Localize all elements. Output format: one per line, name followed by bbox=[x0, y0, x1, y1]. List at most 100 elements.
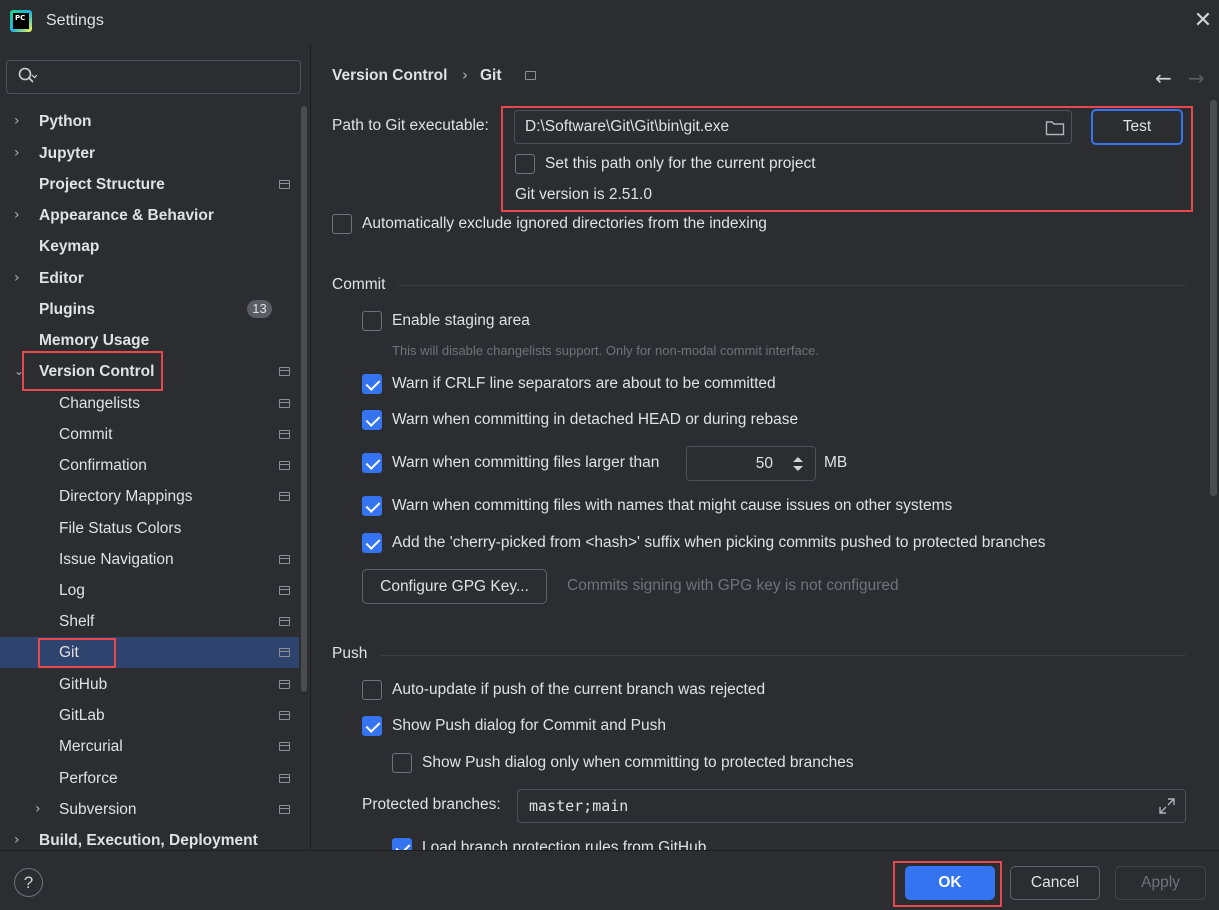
sidebar-item-shelf[interactable]: Shelf bbox=[0, 606, 300, 637]
load-protection-rules-checkbox[interactable] bbox=[392, 838, 412, 850]
sidebar-item-editor[interactable]: › Editor bbox=[0, 263, 300, 294]
sidebar-item-memory-usage[interactable]: Memory Usage bbox=[0, 325, 300, 356]
sidebar-item-git[interactable]: Git bbox=[0, 637, 299, 668]
git-path-input[interactable]: D:\Software\Git\Git\bin\git.exe bbox=[514, 110, 1072, 144]
project-settings-icon bbox=[279, 711, 290, 720]
sidebar-item-project-structure[interactable]: Project Structure bbox=[0, 169, 300, 200]
sidebar-item-confirmation[interactable]: Confirmation bbox=[0, 450, 300, 481]
stepper-arrows-icon[interactable] bbox=[792, 455, 804, 473]
current-project-only-label: Set this path only for the current proje… bbox=[545, 155, 816, 172]
ok-button[interactable]: OK bbox=[905, 866, 995, 900]
gpg-status-text: Commits signing with GPG key is not conf… bbox=[567, 577, 899, 594]
project-settings-icon bbox=[279, 680, 290, 689]
push-section-title: Push bbox=[332, 645, 368, 662]
sidebar-item-jupyter[interactable]: › Jupyter bbox=[0, 138, 300, 169]
sidebar-item-directory-mappings[interactable]: Directory Mappings bbox=[0, 481, 300, 512]
project-settings-icon bbox=[279, 648, 290, 657]
apply-button[interactable]: Apply bbox=[1115, 866, 1206, 900]
expand-icon[interactable] bbox=[1158, 797, 1176, 815]
project-settings-icon bbox=[279, 430, 290, 439]
sidebar-item-issue-navigation[interactable]: Issue Navigation bbox=[0, 544, 300, 575]
current-project-only-checkbox[interactable] bbox=[515, 154, 535, 174]
crlf-warning-checkbox[interactable] bbox=[362, 374, 382, 394]
project-settings-icon bbox=[279, 586, 290, 595]
staging-area-checkbox[interactable] bbox=[362, 311, 382, 331]
chevron-right-icon: › bbox=[35, 801, 41, 817]
pycharm-logo-icon: PC bbox=[10, 10, 32, 32]
sidebar-item-appearance-behavior[interactable]: › Appearance & Behavior bbox=[0, 200, 300, 231]
breadcrumb-version-control[interactable]: Version Control bbox=[332, 67, 447, 85]
breadcrumb-separator: › bbox=[462, 66, 468, 84]
large-files-size-stepper[interactable]: 50 bbox=[686, 446, 816, 481]
git-path-label: Path to Git executable: bbox=[332, 117, 489, 134]
close-icon[interactable]: ✕ bbox=[1192, 10, 1214, 32]
protected-branches-value: master;main bbox=[529, 797, 629, 815]
large-files-label: Warn when committing files larger than bbox=[392, 454, 660, 471]
project-settings-icon bbox=[279, 805, 290, 814]
project-settings-icon bbox=[279, 492, 290, 501]
cherry-pick-suffix-checkbox[interactable] bbox=[362, 533, 382, 553]
project-settings-icon bbox=[279, 742, 290, 751]
push-dialog-protected-label: Show Push dialog only when committing to… bbox=[422, 754, 854, 771]
exclude-ignored-checkbox[interactable] bbox=[332, 214, 352, 234]
sidebar-item-version-control[interactable]: ⌄ Version Control bbox=[0, 356, 300, 387]
test-git-button[interactable]: Test bbox=[1091, 109, 1183, 145]
search-icon bbox=[18, 67, 37, 83]
sidebar-item-file-status-colors[interactable]: File Status Colors bbox=[0, 513, 300, 544]
folder-icon[interactable] bbox=[1045, 119, 1065, 136]
detached-head-checkbox[interactable] bbox=[362, 410, 382, 430]
cancel-button[interactable]: Cancel bbox=[1010, 866, 1100, 900]
logo-text: PC bbox=[13, 13, 29, 29]
chevron-right-icon: › bbox=[14, 270, 20, 286]
sidebar-item-commit[interactable]: Commit bbox=[0, 419, 300, 450]
auto-update-checkbox[interactable] bbox=[362, 680, 382, 700]
large-files-checkbox[interactable] bbox=[362, 453, 382, 473]
search-input[interactable] bbox=[6, 60, 301, 94]
sidebar-item-keymap[interactable]: Keymap bbox=[0, 231, 300, 262]
title-bar bbox=[0, 0, 1219, 44]
sidebar-scrollbar[interactable] bbox=[301, 106, 307, 692]
protected-branches-label: Protected branches: bbox=[362, 796, 501, 813]
sidebar-item-gitlab[interactable]: GitLab bbox=[0, 700, 300, 731]
large-files-unit: MB bbox=[824, 454, 848, 471]
show-push-dialog-checkbox[interactable] bbox=[362, 716, 382, 736]
project-settings-icon bbox=[279, 617, 290, 626]
staging-area-label: Enable staging area bbox=[392, 312, 530, 329]
plugins-update-count-badge: 13 bbox=[247, 300, 272, 318]
chevron-right-icon: › bbox=[14, 145, 20, 161]
large-files-size-value: 50 bbox=[755, 455, 773, 472]
window-title: Settings bbox=[46, 12, 104, 29]
back-arrow-icon[interactable]: ← bbox=[1155, 66, 1172, 90]
content-scrollbar[interactable] bbox=[1210, 100, 1217, 496]
sidebar-item-perforce[interactable]: Perforce bbox=[0, 763, 300, 794]
project-settings-icon bbox=[279, 180, 290, 189]
project-settings-icon bbox=[279, 555, 290, 564]
bad-filenames-checkbox[interactable] bbox=[362, 496, 382, 516]
help-button[interactable]: ? bbox=[14, 868, 43, 897]
section-divider bbox=[380, 655, 1186, 656]
sidebar-item-python[interactable]: › Python bbox=[0, 106, 300, 137]
sidebar-item-mercurial[interactable]: Mercurial bbox=[0, 731, 300, 762]
sidebar-item-plugins[interactable]: Plugins 13 bbox=[0, 294, 300, 325]
commit-section-title: Commit bbox=[332, 276, 386, 293]
show-push-dialog-label: Show Push dialog for Commit and Push bbox=[392, 717, 666, 734]
protected-branches-input[interactable]: master;main bbox=[517, 789, 1186, 823]
load-protection-rules-label: Load branch protection rules from GitHub bbox=[422, 839, 707, 850]
configure-gpg-key-button[interactable]: Configure GPG Key... bbox=[362, 569, 547, 604]
git-version-text: Git version is 2.51.0 bbox=[515, 186, 652, 203]
sidebar-item-github[interactable]: GitHub bbox=[0, 669, 300, 700]
push-dialog-protected-checkbox[interactable] bbox=[392, 753, 412, 773]
forward-arrow-icon[interactable]: → bbox=[1188, 66, 1205, 90]
project-settings-icon bbox=[525, 71, 536, 80]
project-settings-icon bbox=[279, 461, 290, 470]
project-settings-icon bbox=[279, 399, 290, 408]
project-settings-icon bbox=[279, 367, 290, 376]
sidebar-item-log[interactable]: Log bbox=[0, 575, 300, 606]
project-settings-icon bbox=[279, 774, 290, 783]
sidebar-item-subversion[interactable]: › Subversion bbox=[0, 794, 300, 825]
breadcrumb-git: Git bbox=[480, 67, 502, 84]
clipped-row: Load branch protection rules from GitHub bbox=[0, 830, 1210, 850]
cherry-pick-suffix-label: Add the 'cherry-picked from <hash>' suff… bbox=[392, 534, 1046, 551]
sidebar-item-changelists[interactable]: Changelists bbox=[0, 388, 300, 419]
chevron-right-icon: › bbox=[14, 113, 20, 129]
